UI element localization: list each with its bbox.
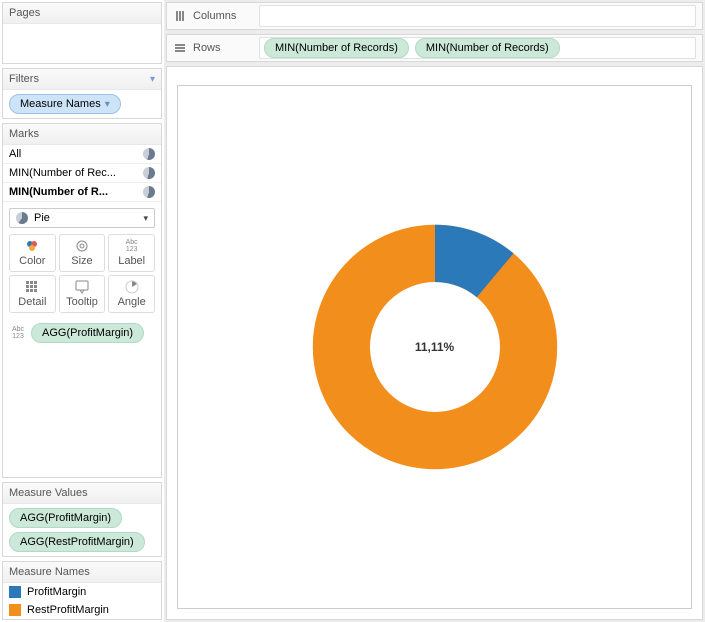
mark-type-dropdown[interactable]: Pie ▾ <box>9 208 155 228</box>
legend-color-swatch <box>9 604 21 616</box>
legend-item-profitmargin[interactable]: ProfitMargin <box>3 583 161 601</box>
chevron-down-icon[interactable]: ▾ <box>150 74 155 85</box>
rows-icon <box>173 41 187 55</box>
legend-color-swatch <box>9 586 21 598</box>
measure-values-card: Measure Values AGG(ProfitMargin) AGG(Res… <box>2 482 162 557</box>
rows-shelf[interactable]: Rows MIN(Number of Records) MIN(Number o… <box>166 34 703 62</box>
size-button[interactable]: Size <box>59 234 106 272</box>
donut-center-label: 11,11% <box>415 340 454 354</box>
pages-header: Pages <box>3 3 161 24</box>
measure-names-header: Measure Names <box>3 562 161 583</box>
rows-pill-1[interactable]: MIN(Number of Records) <box>264 38 409 58</box>
measure-names-body: ProfitMargin RestProfitMargin <box>3 583 161 619</box>
label-button[interactable]: Abc123 Label <box>108 234 155 272</box>
marks-item-min1[interactable]: MIN(Number of Rec... <box>3 164 161 183</box>
marks-list: All MIN(Number of Rec... MIN(Number of R… <box>3 145 161 202</box>
measure-values-title: Measure Values <box>9 487 88 499</box>
rows-dropzone[interactable]: MIN(Number of Records) MIN(Number of Rec… <box>259 37 696 59</box>
filters-header[interactable]: Filters ▾ <box>3 69 161 90</box>
pages-card: Pages <box>2 2 162 64</box>
tooltip-icon <box>75 280 89 294</box>
mark-buttons: Color Size Abc123 Label Detail <box>3 234 161 319</box>
marks-label-pill-row: Abc123 AGG(ProfitMargin) <box>3 319 161 347</box>
tooltip-button[interactable]: Tooltip <box>59 275 106 313</box>
marks-item-all[interactable]: All <box>3 145 161 164</box>
pie-icon <box>143 167 155 179</box>
chevron-down-icon: ▾ <box>143 213 148 224</box>
mv-pill-agg-profitmargin[interactable]: AGG(ProfitMargin) <box>9 508 122 528</box>
angle-icon <box>125 280 139 294</box>
right-main-panel: Columns Rows MIN(Number of Records) MIN(… <box>164 0 705 622</box>
color-button[interactable]: Color <box>9 234 56 272</box>
angle-button[interactable]: Angle <box>108 275 155 313</box>
marks-pill-agg-profitmargin[interactable]: AGG(ProfitMargin) <box>31 323 144 343</box>
chevron-down-icon[interactable]: ▾ <box>105 99 110 110</box>
pages-title: Pages <box>9 7 40 19</box>
left-side-panel: Pages Filters ▾ Measure Names ▾ Marks Al… <box>0 0 164 622</box>
filters-card: Filters ▾ Measure Names ▾ <box>2 68 162 119</box>
detail-icon <box>25 280 39 294</box>
legend-item-restprofitmargin[interactable]: RestProfitMargin <box>3 601 161 619</box>
filters-title: Filters <box>9 73 39 85</box>
columns-icon <box>173 9 187 23</box>
text-icon: Abc123 <box>9 326 27 340</box>
columns-shelf[interactable]: Columns <box>166 2 703 30</box>
marks-card: Marks All MIN(Number of Rec... MIN(Numbe… <box>2 123 162 478</box>
marks-header: Marks <box>3 124 161 145</box>
columns-dropzone[interactable] <box>259 5 696 27</box>
columns-label: Columns <box>193 10 236 22</box>
measure-names-title: Measure Names <box>9 566 90 578</box>
pie-icon <box>143 148 155 160</box>
chart-canvas[interactable]: 11,11% <box>177 85 692 609</box>
pie-icon <box>143 186 155 198</box>
donut-chart: 11,11% <box>305 217 565 477</box>
filter-pill-measure-names[interactable]: Measure Names ▾ <box>9 94 121 114</box>
measure-values-body: AGG(ProfitMargin) AGG(RestProfitMargin) <box>3 504 161 556</box>
size-icon <box>75 239 89 253</box>
rows-pill-2[interactable]: MIN(Number of Records) <box>415 38 560 58</box>
rows-label: Rows <box>193 42 221 54</box>
filters-body: Measure Names ▾ <box>3 90 161 118</box>
mv-pill-agg-restprofitmargin[interactable]: AGG(RestProfitMargin) <box>9 532 145 552</box>
visualization-area: 11,11% <box>166 66 703 620</box>
marks-title: Marks <box>9 128 39 140</box>
color-icon <box>25 239 39 253</box>
marks-item-min2[interactable]: MIN(Number of R... <box>3 183 161 202</box>
pie-icon <box>16 212 28 224</box>
text-icon: Abc123 <box>125 239 139 253</box>
measure-names-card: Measure Names ProfitMargin RestProfitMar… <box>2 561 162 620</box>
detail-button[interactable]: Detail <box>9 275 56 313</box>
measure-values-header: Measure Values <box>3 483 161 504</box>
